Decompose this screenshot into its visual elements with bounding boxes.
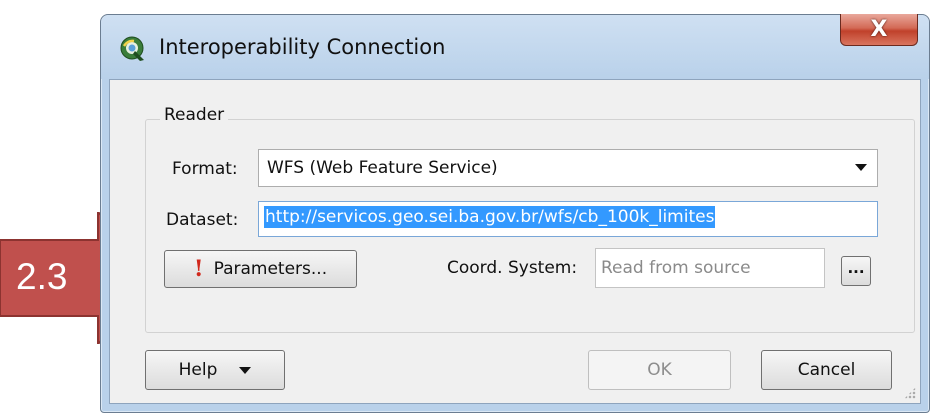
cancel-label: Cancel — [797, 360, 856, 380]
parameters-button[interactable]: ! Parameters... — [164, 250, 357, 288]
format-label: Format: — [172, 159, 238, 179]
format-select[interactable]: WFS (Web Feature Service) — [258, 149, 878, 187]
close-button[interactable]: X — [840, 14, 918, 46]
chevron-down-icon — [855, 164, 867, 171]
ok-label: OK — [647, 360, 672, 380]
help-label: Help — [178, 360, 218, 380]
dataset-label: Dataset: — [166, 210, 239, 230]
reader-group-label: Reader — [160, 105, 229, 125]
qgis-icon — [120, 36, 144, 61]
dataset-input[interactable]: http://servicos.geo.sei.ba.gov.br/wfs/cb… — [258, 201, 878, 237]
title-bar[interactable]: Interoperability Connection X — [101, 14, 929, 79]
dataset-value: http://servicos.geo.sei.ba.gov.br/wfs/cb… — [264, 206, 716, 228]
help-button[interactable]: Help — [145, 350, 285, 390]
window-title: Interoperability Connection — [159, 35, 446, 59]
dialog-content: Reader Format: WFS (Web Feature Service)… — [109, 79, 921, 404]
step-label: 2.3 — [16, 256, 68, 297]
parameters-label: Parameters... — [213, 259, 328, 279]
dialog-window: Interoperability Connection X Reader For… — [100, 14, 930, 413]
close-icon: X — [870, 17, 888, 42]
coord-system-input[interactable]: Read from source — [595, 248, 825, 288]
coord-system-label: Coord. System: — [447, 258, 578, 278]
ellipsis-icon: ... — [847, 259, 865, 277]
coord-system-placeholder: Read from source — [601, 258, 751, 278]
format-value: WFS (Web Feature Service) — [267, 158, 498, 178]
ok-button[interactable]: OK — [588, 350, 731, 390]
cancel-button[interactable]: Cancel — [761, 350, 892, 390]
coord-system-browse-button[interactable]: ... — [841, 256, 871, 286]
chevron-down-icon — [239, 366, 252, 374]
resize-grip-icon[interactable] — [904, 387, 916, 399]
exclamation-icon: ! — [193, 256, 204, 282]
